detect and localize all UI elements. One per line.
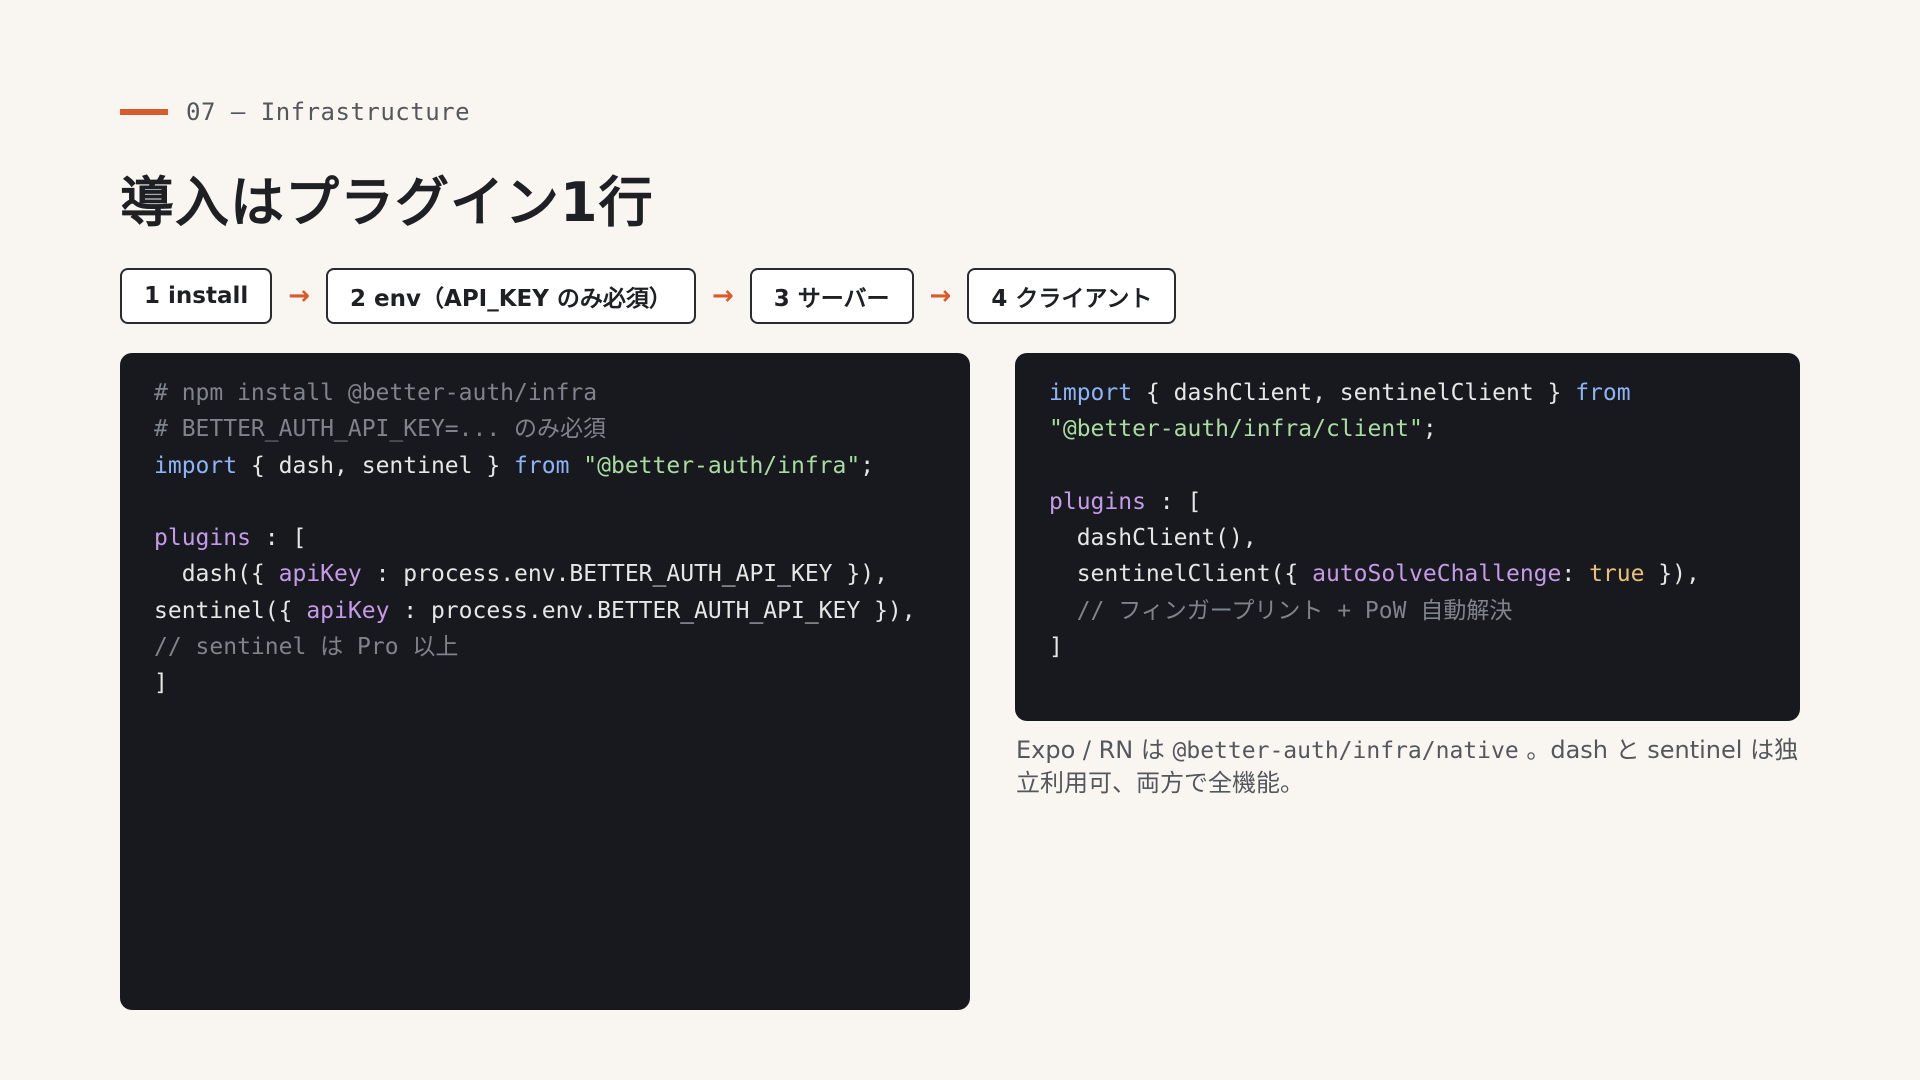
code-comment: # npm install @better-auth/infra — [154, 380, 598, 406]
code-string: "@better-auth/infra/client" — [1049, 416, 1423, 443]
code-text: }), — [1644, 561, 1700, 588]
code-property: apiKey — [306, 597, 390, 624]
code-text: : — [1561, 561, 1590, 588]
server-code-block: # npm install @better-auth/infra # BETTER… — [120, 353, 970, 1010]
section-label: 07 — Infrastructure — [186, 98, 471, 126]
code-text: ] — [1049, 634, 1063, 661]
code-line: dash({ apiKey : process.env.BETTER_AUTH_… — [154, 556, 936, 592]
code-comment: // フィンガープリント + PoW 自動解決 — [1049, 597, 1513, 624]
code-line: // sentinel は Pro 以上 — [154, 629, 936, 665]
code-line: plugins : [ — [1049, 484, 1766, 520]
code-line: ] — [1049, 629, 1766, 665]
step-server: 3 サーバー — [749, 268, 914, 324]
code-line: sentinelClient({ autoSolveChallenge: tru… — [1049, 556, 1766, 592]
code-line: sentinel({ apiKey : process.env.BETTER_A… — [154, 593, 936, 629]
code-text: dash({ — [154, 561, 279, 588]
code-property: apiKey — [278, 561, 362, 588]
code-line: # BETTER_AUTH_API_KEY=... のみ必須 — [154, 411, 936, 447]
note-code: @better-auth/infra/native — [1172, 738, 1519, 764]
step-env: 2 env（API_KEY のみ必須） — [326, 268, 696, 324]
code-text: : [ — [1145, 488, 1202, 515]
code-property: plugins — [1049, 488, 1146, 515]
code-keyword: from — [514, 452, 570, 479]
client-code-block: import { dashClient, sentinelClient } fr… — [1015, 353, 1800, 721]
page-title: 導入はプラグイン1行 — [120, 171, 654, 234]
code-keyword: import — [154, 452, 238, 479]
native-note: Expo / RN は @better-auth/infra/native 。d… — [1016, 734, 1816, 799]
code-line: # npm install @better-auth/infra — [154, 375, 936, 411]
code-text: sentinel({ — [154, 597, 307, 624]
code-property: plugins — [154, 525, 251, 552]
code-line: ] — [154, 665, 936, 701]
code-property: autoSolveChallenge — [1312, 561, 1562, 588]
code-text: : process.env.BETTER_AUTH_API_KEY }), — [361, 561, 888, 588]
code-boolean: true — [1589, 561, 1645, 588]
code-string: "@better-auth/infra" — [569, 452, 861, 479]
code-line: import { dash, sentinel } from "@better-… — [154, 448, 936, 484]
code-comment: # BETTER_AUTH_API_KEY=... のみ必須 — [154, 416, 607, 443]
code-text: dashClient(), — [1049, 525, 1257, 552]
steps-flow: 1 install → 2 env（API_KEY のみ必須） → 3 サーバー… — [120, 268, 1177, 324]
code-text: : process.env.BETTER_AUTH_API_KEY }), — [389, 597, 916, 624]
code-text: { dash, sentinel } — [237, 452, 515, 479]
code-text: ; — [1422, 416, 1437, 443]
step-client: 4 クライアント — [967, 268, 1177, 324]
code-line: import { dashClient, sentinelClient } fr… — [1049, 375, 1766, 411]
section-eyebrow: 07 — Infrastructure — [120, 98, 470, 126]
note-prefix: Expo / RN は — [1016, 736, 1173, 764]
code-line: "@better-auth/infra/client"; — [1049, 411, 1766, 447]
code-line: // フィンガープリント + PoW 自動解決 — [1049, 593, 1766, 629]
code-text: ] — [154, 670, 168, 697]
code-line: plugins : [ — [154, 520, 936, 556]
code-keyword: from — [1575, 380, 1631, 406]
code-text: ; — [860, 452, 875, 479]
arrow-right-icon: → — [288, 281, 311, 311]
code-text: : [ — [250, 525, 307, 552]
code-text: sentinelClient({ — [1049, 561, 1313, 588]
code-line: dashClient(), — [1049, 520, 1766, 556]
code-keyword: import — [1049, 380, 1133, 406]
accent-bar — [120, 109, 168, 115]
code-comment: // sentinel は Pro 以上 — [154, 634, 459, 661]
arrow-right-icon: → — [929, 281, 952, 311]
arrow-right-icon: → — [711, 281, 734, 311]
step-install: 1 install — [120, 268, 273, 324]
code-text: { dashClient, sentinelClient } — [1132, 380, 1576, 406]
